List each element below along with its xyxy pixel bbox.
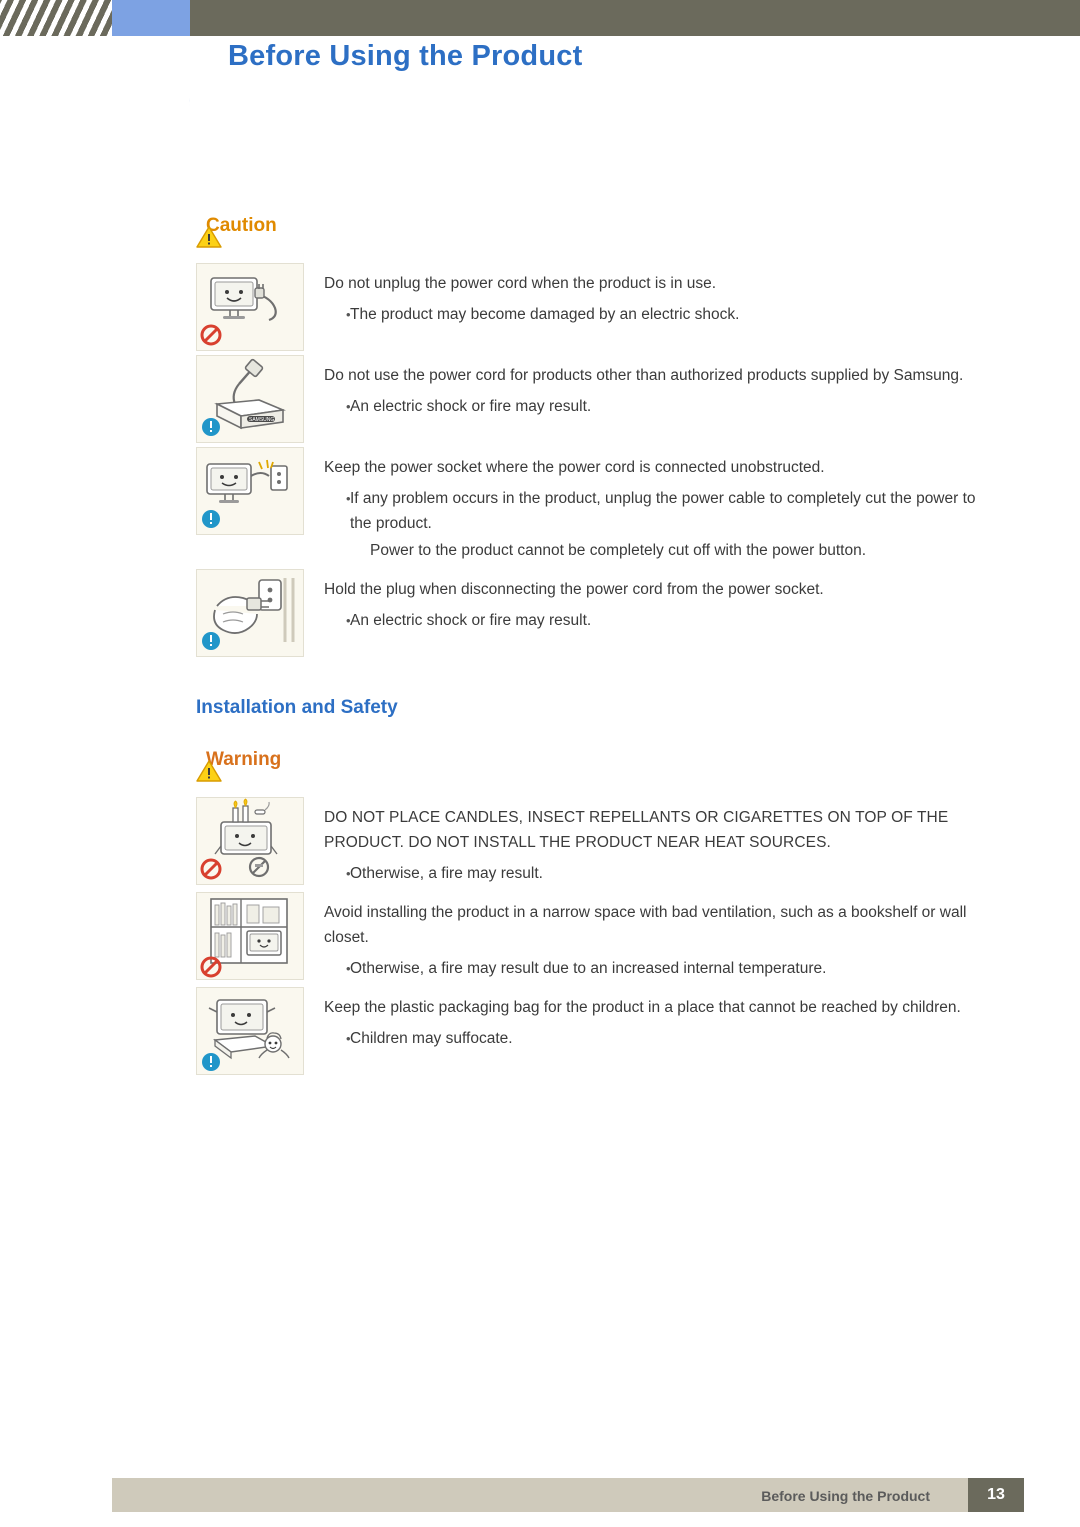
header-white-notch xyxy=(105,36,190,146)
bullet-item: • The product may become damaged by an e… xyxy=(324,302,984,327)
bullet-dot: • xyxy=(346,307,351,322)
figure-hand-holding-plug xyxy=(196,569,304,657)
paragraph: Keep the plastic packaging bag for the p… xyxy=(324,999,961,1016)
paragraph: Hold the plug when disconnecting the pow… xyxy=(324,581,824,598)
bullet-item: • An electric shock or fire may result. xyxy=(324,608,984,633)
caution-item: SAMSUNG Do not use the power cord for pr… xyxy=(0,355,1080,443)
bullet-dot: • xyxy=(346,613,351,628)
bullet-dot: • xyxy=(346,1031,351,1046)
warning-item: Keep the plastic packaging bag for the p… xyxy=(0,987,1080,1075)
paragraph: Keep the power socket where the power co… xyxy=(324,459,825,476)
paragraph: Do not use the power cord for products o… xyxy=(324,367,964,384)
caution-item: Hold the plug when disconnecting the pow… xyxy=(0,569,1080,657)
paragraph: DO NOT PLACE CANDLES, INSECT REPELLANTS … xyxy=(324,809,949,851)
bullet-item: • If any problem occurs in the product, … xyxy=(324,486,984,536)
bullet-text: If any problem occurs in the product, un… xyxy=(350,490,976,532)
bullet-text: Children may suffocate. xyxy=(350,1030,513,1047)
figure-monitor-power-socket xyxy=(196,447,304,535)
bullet-dot: • xyxy=(346,399,351,414)
bullet-item: • Children may suffocate. xyxy=(324,1026,984,1051)
caution-item-text: Do not use the power cord for products o… xyxy=(324,355,984,421)
paragraph: Do not unplug the power cord when the pr… xyxy=(324,275,717,292)
caution-item-text: Do not unplug the power cord when the pr… xyxy=(324,263,984,329)
bullet-text: Otherwise, a fire may result. xyxy=(350,865,543,882)
bullet-item: • Otherwise, a fire may result due to an… xyxy=(324,956,984,981)
bullet-dot: • xyxy=(346,961,351,976)
footer-label: Before Using the Product xyxy=(761,1488,930,1504)
page-content: Caution Do not unplug the power cord whe… xyxy=(0,215,1080,1079)
bullet-dot: • xyxy=(346,866,351,881)
figure-child-with-plastic-bag xyxy=(196,987,304,1075)
bullet-item: • Otherwise, a fire may result. xyxy=(324,861,984,886)
section-title: Installation and Safety xyxy=(196,697,398,718)
caution-item: Keep the power socket where the power co… xyxy=(0,447,1080,565)
caution-heading: Caution xyxy=(196,215,1080,248)
warning-heading: Warning xyxy=(196,749,1080,782)
bullet-dot: • xyxy=(346,491,351,506)
svg-text:SAMSUNG: SAMSUNG xyxy=(249,417,274,423)
figure-power-plug-samsung-box: SAMSUNG xyxy=(196,355,304,443)
figure-monitor-unplug-prohibited xyxy=(196,263,304,351)
warning-item: Avoid installing the product in a narrow… xyxy=(0,892,1080,983)
sub-note: Power to the product cannot be completel… xyxy=(370,542,867,559)
header-hatch-decoration xyxy=(0,0,112,36)
bullet-text: An electric shock or fire may result. xyxy=(350,398,592,415)
warning-item: DO NOT PLACE CANDLES, INSECT REPELLANTS … xyxy=(0,797,1080,888)
bullet-text: An electric shock or fire may result. xyxy=(350,612,592,629)
bullet-item: • An electric shock or fire may result. xyxy=(324,394,984,419)
bullet-text: Otherwise, a fire may result due to an i… xyxy=(350,960,827,977)
figure-candles-on-monitor xyxy=(196,797,304,885)
paragraph: Avoid installing the product in a narrow… xyxy=(324,904,967,946)
page-number: 13 xyxy=(968,1478,1024,1512)
caution-item-text: Hold the plug when disconnecting the pow… xyxy=(324,569,984,635)
warning-item-text: DO NOT PLACE CANDLES, INSECT REPELLANTS … xyxy=(324,797,984,888)
caution-item: Do not unplug the power cord when the pr… xyxy=(0,263,1080,351)
page-title: Before Using the Product xyxy=(228,40,583,72)
warning-item-text: Keep the plastic packaging bag for the p… xyxy=(324,987,984,1053)
bullet-text: The product may become damaged by an ele… xyxy=(350,306,740,323)
caution-item-text: Keep the power socket where the power co… xyxy=(324,447,984,565)
figure-monitor-in-bookshelf xyxy=(196,892,304,980)
warning-item-text: Avoid installing the product in a narrow… xyxy=(324,892,984,983)
